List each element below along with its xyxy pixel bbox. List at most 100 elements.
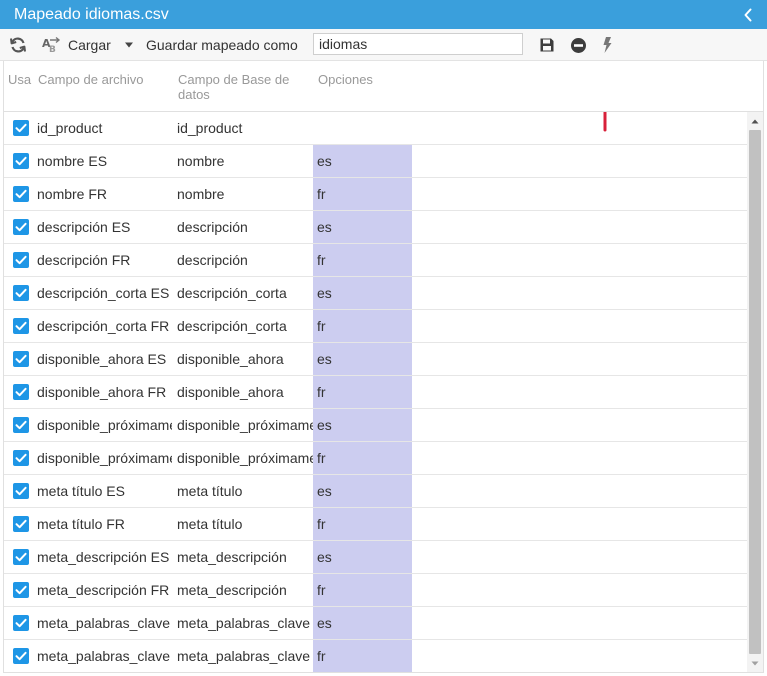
- save-icon[interactable]: [539, 29, 555, 61]
- use-checkbox[interactable]: [13, 582, 29, 598]
- use-checkbox[interactable]: [13, 351, 29, 367]
- caret-down-icon[interactable]: [124, 29, 134, 61]
- table-row[interactable]: disponible_próximame disponible_próximame…: [4, 409, 747, 442]
- scroll-up-arrow-icon[interactable]: [747, 114, 763, 128]
- db-field-cell[interactable]: disponible_próximame: [177, 442, 313, 474]
- file-field-cell: meta_descripción FR: [37, 582, 170, 598]
- file-field-cell: meta_palabras_clave: [37, 615, 171, 631]
- use-checkbox[interactable]: [13, 186, 29, 202]
- db-field-cell[interactable]: descripción_corta: [177, 310, 313, 342]
- options-cell[interactable]: es: [313, 475, 412, 507]
- refresh-icon[interactable]: [9, 29, 27, 61]
- svg-text:B: B: [49, 45, 56, 54]
- table-row[interactable]: meta_descripción ES meta_descripción es: [4, 541, 747, 574]
- use-checkbox[interactable]: [13, 219, 29, 235]
- grid-border-bottom: [4, 672, 763, 673]
- table-row[interactable]: meta_descripción FR meta_descripción fr: [4, 574, 747, 607]
- options-cell[interactable]: fr: [313, 508, 412, 540]
- scroll-down-arrow-icon[interactable]: [747, 656, 763, 670]
- file-field-cell: id_product: [37, 120, 103, 136]
- options-cell[interactable]: fr: [313, 442, 412, 474]
- options-cell[interactable]: es: [313, 211, 412, 243]
- table-row[interactable]: meta título FR meta título fr: [4, 508, 747, 541]
- table-row[interactable]: disponible_ahora FR disponible_ahora fr: [4, 376, 747, 409]
- options-cell[interactable]: fr: [313, 574, 412, 606]
- scrollbar-thumb[interactable]: [749, 130, 761, 654]
- db-field-cell[interactable]: descripción_corta: [177, 277, 313, 309]
- table-row[interactable]: meta_palabras_clave meta_palabras_clave fr: [4, 640, 747, 672]
- checkmark-icon: [15, 486, 27, 496]
- use-checkbox[interactable]: [13, 120, 29, 136]
- file-field-cell: nombre ES: [37, 153, 108, 169]
- db-field-cell[interactable]: nombre: [177, 145, 313, 177]
- db-field-cell[interactable]: meta_palabras_clave: [177, 607, 313, 639]
- db-field-cell[interactable]: disponible_próximame: [177, 409, 313, 441]
- column-header-options[interactable]: Opciones: [318, 72, 373, 87]
- use-checkbox[interactable]: [13, 450, 29, 466]
- checkmark-icon: [15, 123, 27, 133]
- mapping-name-input[interactable]: [313, 33, 523, 55]
- table-row[interactable]: meta_palabras_clave meta_palabras_clave es: [4, 607, 747, 640]
- column-header-file-field[interactable]: Campo de archivo: [38, 72, 144, 87]
- use-checkbox[interactable]: [13, 252, 29, 268]
- db-field-cell[interactable]: descripción: [177, 211, 313, 243]
- table-row[interactable]: descripción FR descripción fr: [4, 244, 747, 277]
- options-cell[interactable]: es: [313, 541, 412, 573]
- file-field-cell: disponible_ahora FR: [37, 384, 167, 400]
- checkmark-icon: [15, 387, 27, 397]
- table-row[interactable]: descripción_corta FR descripción_corta fr: [4, 310, 747, 343]
- use-checkbox[interactable]: [13, 549, 29, 565]
- checkmark-icon: [15, 189, 27, 199]
- options-cell[interactable]: fr: [313, 244, 412, 276]
- lightning-icon[interactable]: [601, 29, 613, 61]
- options-cell[interactable]: [313, 112, 412, 144]
- use-checkbox[interactable]: [13, 648, 29, 664]
- table-row[interactable]: descripción_corta ES descripción_corta es: [4, 277, 747, 310]
- db-field-cell[interactable]: descripción: [177, 244, 313, 276]
- use-checkbox[interactable]: [13, 153, 29, 169]
- db-field-cell[interactable]: meta_descripción: [177, 574, 313, 606]
- options-cell[interactable]: fr: [313, 640, 412, 672]
- table-row[interactable]: disponible_próximame disponible_próximame…: [4, 442, 747, 475]
- use-checkbox[interactable]: [13, 615, 29, 631]
- table-row[interactable]: nombre FR nombre fr: [4, 178, 747, 211]
- use-checkbox[interactable]: [13, 417, 29, 433]
- db-field-cell[interactable]: meta título: [177, 508, 313, 540]
- options-cell[interactable]: es: [313, 607, 412, 639]
- column-header-db-field[interactable]: Campo de Base de datos: [178, 72, 308, 102]
- use-checkbox[interactable]: [13, 384, 29, 400]
- chevron-left-icon[interactable]: [743, 0, 753, 29]
- use-checkbox[interactable]: [13, 483, 29, 499]
- db-field-cell[interactable]: id_product: [177, 112, 313, 144]
- vertical-scrollbar[interactable]: [747, 112, 763, 672]
- db-field-cell[interactable]: disponible_ahora: [177, 343, 313, 375]
- db-field-cell[interactable]: disponible_ahora: [177, 376, 313, 408]
- table-row[interactable]: nombre ES nombre es: [4, 145, 747, 178]
- table-row[interactable]: meta título ES meta título es: [4, 475, 747, 508]
- file-field-cell: meta_descripción ES: [37, 549, 170, 565]
- db-field-cell[interactable]: nombre: [177, 178, 313, 210]
- use-checkbox[interactable]: [13, 318, 29, 334]
- load-mapping-icon[interactable]: A B: [41, 29, 63, 61]
- checkmark-icon: [15, 354, 27, 364]
- options-cell[interactable]: es: [313, 277, 412, 309]
- use-checkbox[interactable]: [13, 285, 29, 301]
- db-field-cell[interactable]: meta título: [177, 475, 313, 507]
- options-cell[interactable]: es: [313, 343, 412, 375]
- options-cell[interactable]: es: [313, 145, 412, 177]
- checkmark-icon: [15, 585, 27, 595]
- options-cell[interactable]: es: [313, 409, 412, 441]
- options-cell[interactable]: fr: [313, 178, 412, 210]
- table-row[interactable]: id_product id_product: [4, 112, 747, 145]
- load-button[interactable]: Cargar: [68, 29, 111, 61]
- table-row[interactable]: descripción ES descripción es: [4, 211, 747, 244]
- column-header-use[interactable]: Usa: [8, 72, 31, 87]
- options-cell[interactable]: fr: [313, 310, 412, 342]
- minus-circle-icon[interactable]: [570, 29, 587, 61]
- db-field-cell[interactable]: meta_palabras_clave: [177, 640, 313, 672]
- db-field-cell[interactable]: meta_descripción: [177, 541, 313, 573]
- use-checkbox[interactable]: [13, 516, 29, 532]
- table-row[interactable]: disponible_ahora ES disponible_ahora es: [4, 343, 747, 376]
- options-cell[interactable]: fr: [313, 376, 412, 408]
- file-field-cell: meta_palabras_clave: [37, 648, 171, 664]
